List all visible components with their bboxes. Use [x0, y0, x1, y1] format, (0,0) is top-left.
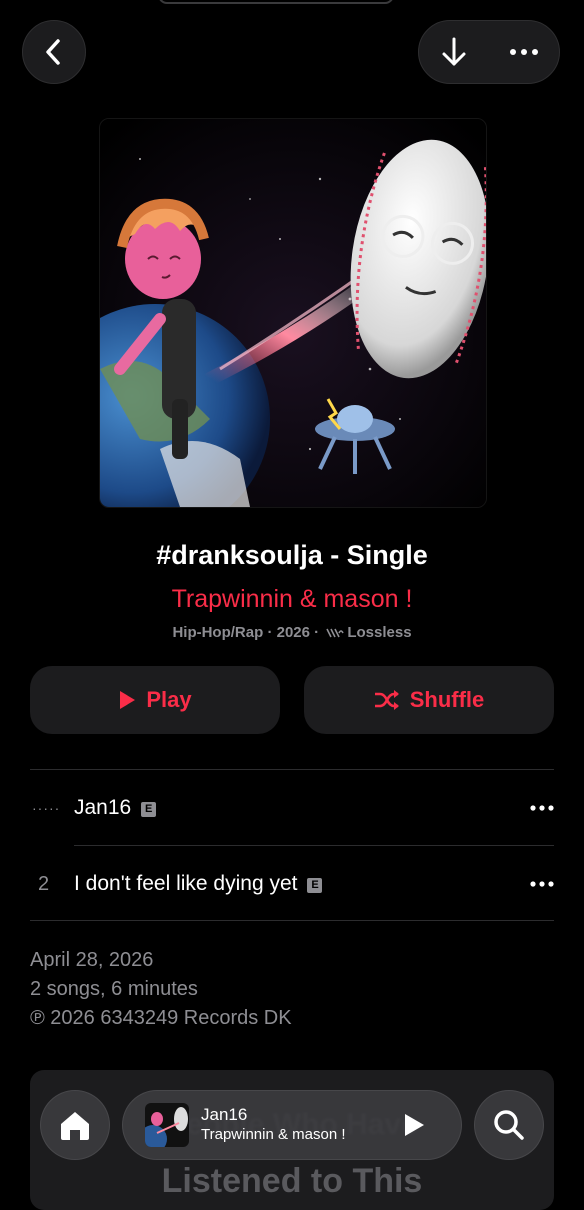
- year-label: 2026: [276, 624, 310, 641]
- related-section-title-line2: Listened to This: [161, 1162, 423, 1200]
- lossless-icon: [326, 628, 345, 638]
- download-button[interactable]: [424, 22, 484, 82]
- top-actions: [418, 20, 560, 84]
- arrow-down-icon: [442, 37, 466, 66]
- home-icon: [61, 1112, 89, 1140]
- album-artist-link[interactable]: Trapwinnin & mason !: [0, 585, 584, 614]
- genre-label: Hip-Hop/Rap: [172, 624, 264, 641]
- more-options-button[interactable]: [494, 22, 554, 82]
- mini-player-artist: Trapwinnin & mason !: [201, 1126, 346, 1143]
- shuffle-icon: [374, 690, 399, 710]
- play-label: Play: [146, 687, 192, 712]
- separator: ·: [267, 624, 273, 641]
- album-summary: 2 songs, 6 minutes: [30, 978, 198, 1000]
- divider: [30, 920, 554, 921]
- play-icon: [120, 691, 136, 709]
- search-icon: [494, 1110, 524, 1140]
- explicit-badge: E: [307, 877, 323, 893]
- mini-player-play-button[interactable]: [403, 1113, 425, 1137]
- release-date: April 28, 2026: [30, 949, 154, 971]
- track-row[interactable]: ····· Jan16 E: [30, 770, 554, 846]
- search-tab-button[interactable]: [474, 1090, 544, 1160]
- chevron-left-icon: [46, 39, 60, 65]
- back-button[interactable]: [22, 20, 86, 84]
- shuffle-button[interactable]: Shuffle: [304, 666, 554, 734]
- shuffle-label: Shuffle: [409, 687, 485, 712]
- mini-player[interactable]: Jan16 Trapwinnin & mason !: [122, 1090, 462, 1160]
- track-more-button[interactable]: [514, 881, 554, 887]
- play-icon: [405, 1114, 424, 1136]
- track-title: Jan16 E: [74, 796, 157, 820]
- album-info: April 28, 2026 2 songs, 6 minutes ℗ 2026…: [30, 946, 292, 1033]
- track-row[interactable]: 2 I don't feel like dying yet E: [30, 846, 554, 922]
- track-number: 2: [38, 872, 50, 895]
- mini-player-artwork: [145, 1103, 189, 1147]
- album-meta: Hip-Hop/Rap · 2026 · Lossless: [0, 624, 584, 641]
- home-tab-button[interactable]: [40, 1090, 110, 1160]
- ellipsis-icon: [510, 49, 538, 55]
- quality-label: Lossless: [347, 624, 412, 641]
- ellipsis-icon: [530, 805, 554, 811]
- track-title: I don't feel like dying yet E: [74, 872, 323, 896]
- top-indicator: [158, 0, 394, 4]
- play-button[interactable]: Play: [30, 666, 280, 734]
- ellipsis-icon: [530, 881, 554, 887]
- album-artwork: [99, 118, 487, 508]
- explicit-badge: E: [141, 801, 157, 817]
- now-playing-indicator: ·····: [32, 800, 61, 816]
- copyright: ℗ 2026 6343249 Records DK: [30, 1007, 292, 1029]
- separator: ·: [314, 624, 320, 641]
- mini-player-title: Jan16: [201, 1105, 248, 1124]
- track-more-button[interactable]: [514, 805, 554, 811]
- album-title: #dranksoulja - Single: [156, 540, 428, 570]
